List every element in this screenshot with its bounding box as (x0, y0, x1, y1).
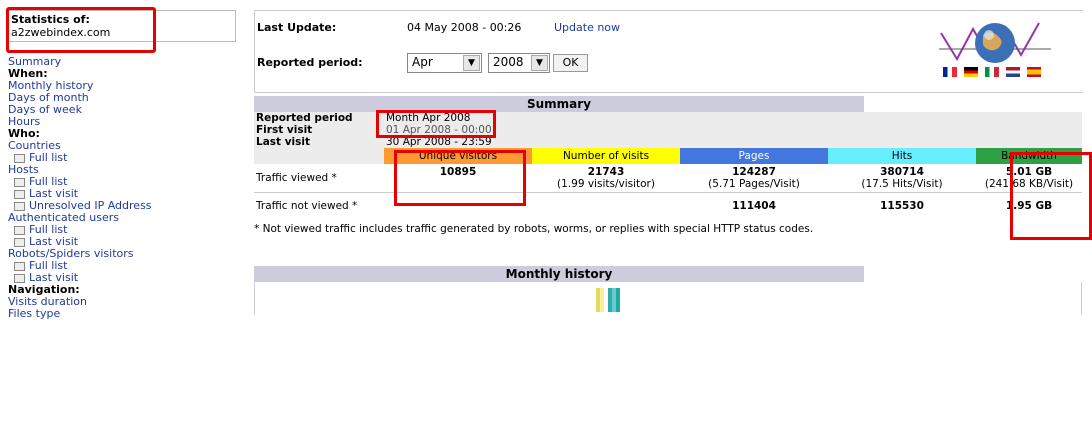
ok-button[interactable]: OK (553, 54, 588, 72)
menu-item[interactable]: Files type (8, 308, 240, 320)
month-select[interactable]: Apr ▼ (407, 53, 482, 73)
header-spacer (254, 148, 384, 164)
list-icon (14, 225, 25, 235)
not-viewed-hits: 115530 (880, 200, 924, 213)
french-flag-icon[interactable] (943, 67, 957, 77)
traffic-viewed-label: Traffic viewed * (256, 171, 337, 184)
viewed-visits-sub: (1.99 visits/visitor) (557, 177, 655, 190)
last-update-label: Last Update: (257, 21, 337, 34)
italian-flag-icon[interactable] (985, 67, 999, 77)
last-update-value: 04 May 2008 - 00:26 (407, 21, 522, 34)
awstats-logo-icon (939, 22, 1051, 63)
viewed-pages-cell: 124287 (5.71 Pages/Visit) (680, 164, 828, 192)
menu-item[interactable]: Hours (8, 116, 240, 128)
history-bar (616, 288, 620, 312)
german-flag-icon[interactable] (964, 67, 978, 77)
traffic-not-viewed-label: Traffic not viewed * (256, 200, 358, 213)
first-visit-label: First visit (256, 124, 313, 136)
not-viewed-pages: 111404 (732, 200, 776, 213)
not-viewed-footnote: * Not viewed traffic includes traffic ge… (254, 223, 814, 235)
summary-title: Summary (254, 96, 865, 112)
highlight-stats-box (6, 7, 156, 53)
spanish-flag-icon[interactable] (1027, 67, 1041, 77)
viewed-hits-cell: 380714 (17.5 Hits/Visit) (828, 164, 976, 192)
dutch-flag-icon[interactable] (1006, 67, 1020, 77)
month-select-value: Apr (412, 55, 433, 69)
menu-text[interactable]: Files type (8, 307, 60, 320)
list-icon (14, 177, 25, 187)
chevron-down-icon: ▼ (531, 55, 548, 71)
menu-text[interactable]: Robots/Spiders visitors (8, 247, 134, 260)
menu-subitem[interactable]: Full list (8, 152, 240, 164)
list-icon (14, 261, 25, 271)
col-hits: Hits (828, 148, 976, 164)
highlight-unique-visitors (394, 150, 526, 206)
list-icon (14, 237, 25, 247)
menu-item[interactable]: Days of week (8, 104, 240, 116)
left-menu: Statistics of: a2zwebindex.com Summary Wh… (8, 10, 240, 320)
chevron-down-icon: ▼ (463, 55, 480, 71)
col-number-of-visits: Number of visits (532, 148, 680, 164)
viewed-hits-sub: (17.5 Hits/Visit) (861, 177, 943, 190)
list-icon (14, 189, 25, 199)
year-select[interactable]: 2008 ▼ (488, 53, 550, 73)
reported-period-label: Reported period: (257, 56, 363, 69)
reported-period-row-label: Reported period (256, 112, 353, 124)
highlight-bandwidth (1010, 152, 1092, 240)
history-bar (600, 288, 604, 312)
year-select-value: 2008 (493, 55, 524, 69)
update-now-link[interactable]: Update now (554, 21, 620, 34)
monthly-history-section: Monthly history (254, 266, 1082, 317)
top-panel: Last Update: 04 May 2008 - 00:26 Update … (254, 10, 1083, 93)
list-icon (14, 273, 25, 283)
monthly-history-chart (254, 282, 1082, 315)
viewed-visits: 21743 (587, 165, 625, 178)
viewed-hits: 380714 (880, 165, 924, 178)
col-pages: Pages (680, 148, 828, 164)
highlight-reported-period (376, 110, 496, 138)
language-flags (943, 67, 1041, 79)
viewed-visits-cell: 21743 (1.99 visits/visitor) (532, 164, 680, 192)
menu-items: Summary When: Monthly history Days of month… (8, 56, 240, 320)
list-icon (14, 153, 25, 163)
viewed-pages: 124287 (732, 165, 776, 178)
viewed-pages-sub: (5.71 Pages/Visit) (708, 177, 800, 190)
last-visit-label: Last visit (256, 136, 311, 148)
list-icon (14, 201, 25, 211)
monthly-history-title: Monthly history (254, 266, 865, 282)
